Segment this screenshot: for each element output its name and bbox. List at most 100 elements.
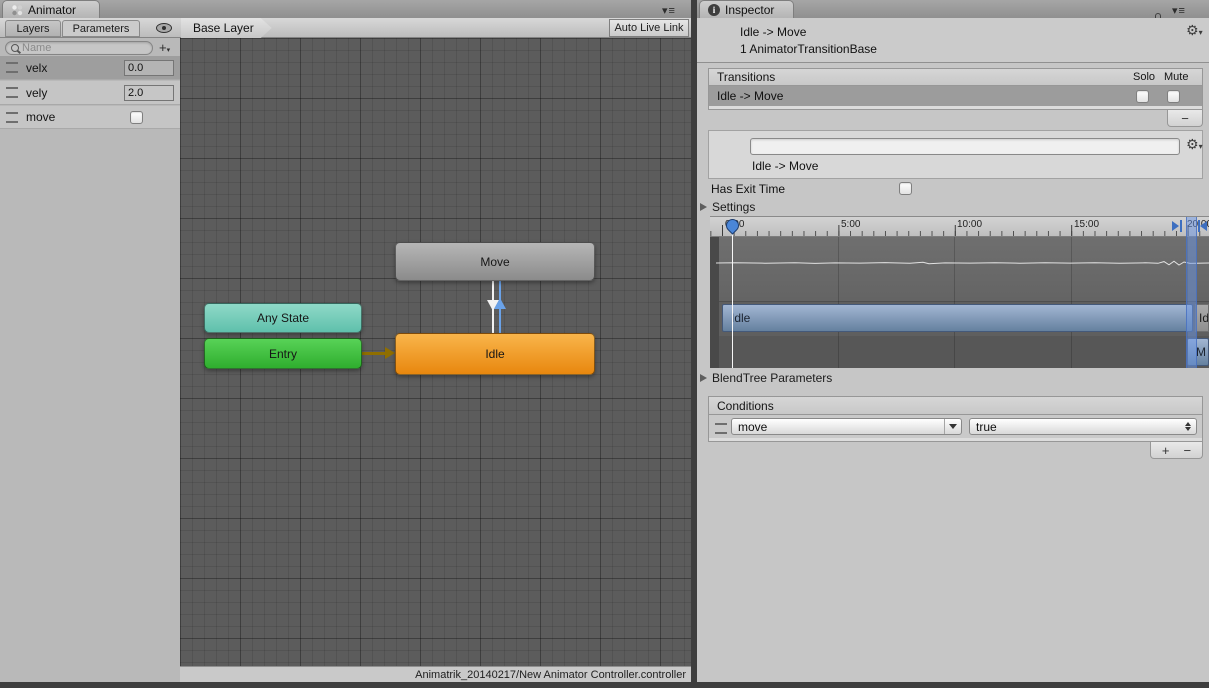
gear-icon[interactable]: ⚙▾ — [1186, 23, 1203, 37]
animator-menu-icon[interactable]: ▾≡ — [662, 4, 676, 17]
tab-parameters-label: Parameters — [73, 23, 130, 35]
gear-icon[interactable]: ⚙▾ — [1186, 137, 1203, 151]
next-clip-idle[interactable]: Id — [1195, 304, 1209, 332]
disclosure-triangle-icon[interactable] — [700, 374, 707, 382]
tab-layers[interactable]: Layers — [5, 20, 61, 37]
breadcrumb-label: Base Layer — [193, 21, 254, 35]
condition-parameter-value: move — [732, 420, 944, 434]
status-bar: Animatrik_20140217/New Animator Controll… — [180, 666, 691, 682]
tab-inspector-label: Inspector — [725, 3, 774, 17]
auto-live-link-label: Auto Live Link — [614, 22, 683, 34]
transition-name-caption: Idle -> Move — [752, 159, 818, 173]
drag-handle-icon[interactable] — [6, 112, 18, 123]
settings-foldout[interactable]: Settings — [712, 200, 755, 214]
tab-animator-label: Animator — [28, 3, 76, 17]
transition-window-band[interactable] — [1186, 217, 1197, 368]
source-clip-idle[interactable]: Idle — [722, 304, 1193, 332]
disclosure-triangle-icon[interactable] — [700, 203, 707, 211]
has-exit-time-label: Has Exit Time — [711, 182, 785, 196]
breadcrumb-base-layer[interactable]: Base Layer — [181, 18, 272, 38]
drag-handle-icon[interactable] — [715, 423, 727, 434]
state-node-label: Move — [480, 255, 509, 269]
add-parameter-button[interactable]: +▾ — [159, 40, 170, 55]
parameter-search-field[interactable]: Name — [5, 41, 153, 55]
transition-end-marker[interactable] — [1200, 221, 1207, 231]
drag-handle-icon[interactable] — [6, 62, 18, 73]
conditions-box-footer — [708, 438, 1203, 442]
mute-column-label: Mute — [1164, 71, 1194, 83]
state-node-move[interactable]: Move — [395, 242, 595, 281]
minus-icon: − — [1181, 111, 1189, 126]
condition-row[interactable]: move true — [708, 415, 1203, 438]
parameter-name: move — [26, 110, 122, 124]
status-bar-path: Animatrik_20140217/New Animator Controll… — [415, 669, 686, 681]
entry-arrow-icon — [385, 347, 395, 359]
clip-label: Id — [1199, 311, 1209, 325]
tick-label: 15:00 — [1074, 219, 1099, 230]
timeline-ruler[interactable]: 0:00 5:00 10:00 15:00 20:00 — [710, 217, 1209, 237]
auto-live-link-button[interactable]: Auto Live Link — [609, 19, 689, 37]
entry-transition-line[interactable] — [362, 352, 386, 355]
transition-list-row[interactable]: Idle -> Move — [708, 86, 1203, 106]
solo-checkbox[interactable] — [1136, 90, 1149, 103]
animator-tabstrip — [0, 0, 691, 19]
parameter-value-field[interactable] — [124, 60, 174, 76]
parameter-checkbox[interactable] — [130, 111, 143, 124]
condition-value: true — [970, 420, 1180, 434]
transition-name-input[interactable] — [750, 138, 1180, 155]
search-placeholder: Name — [22, 42, 51, 54]
updown-arrow-icon — [1180, 422, 1196, 431]
condition-value-dropdown[interactable]: true — [969, 418, 1197, 435]
remove-condition-button[interactable]: − — [1184, 443, 1192, 458]
transitions-box-header: Transitions Solo Mute — [708, 68, 1203, 86]
window-divider[interactable] — [691, 0, 697, 688]
state-node-label: Idle — [485, 347, 504, 361]
conditions-box-header: Conditions — [708, 396, 1203, 415]
state-machine-graph[interactable]: Move Any State Entry Idle — [180, 38, 691, 666]
solo-column-label: Solo — [1133, 71, 1164, 83]
transition-start-bar[interactable] — [1180, 220, 1182, 232]
dropdown-arrow-icon — [944, 419, 961, 434]
parameter-row-move[interactable]: move — [0, 106, 180, 129]
parameters-panel — [0, 38, 180, 688]
plus-icon: + — [159, 40, 167, 55]
state-node-entry[interactable]: Entry — [204, 338, 362, 369]
add-condition-button[interactable]: + — [1162, 443, 1170, 458]
transition-row-label: Idle -> Move — [717, 89, 1136, 103]
animator-icon — [11, 4, 23, 16]
tab-inspector[interactable]: i Inspector — [699, 0, 794, 18]
blendtree-parameters-foldout[interactable]: BlendTree Parameters — [712, 371, 832, 385]
mute-checkbox[interactable] — [1167, 90, 1180, 103]
state-node-any-state[interactable]: Any State — [204, 303, 362, 333]
parameter-row-vely[interactable]: vely — [0, 81, 180, 105]
state-node-label: Any State — [257, 311, 309, 325]
transition-title: Idle -> Move — [740, 25, 806, 39]
transition-subtitle: 1 AnimatorTransitionBase — [740, 42, 877, 56]
clip-label: Idle — [731, 311, 750, 325]
tab-parameters[interactable]: Parameters — [62, 20, 140, 37]
has-exit-time-checkbox[interactable] — [899, 182, 912, 195]
remove-transition-button[interactable]: − — [1167, 110, 1203, 127]
state-node-idle[interactable]: Idle — [395, 333, 595, 375]
info-icon: i — [708, 4, 720, 16]
parameter-name: vely — [26, 86, 116, 100]
eye-icon[interactable] — [156, 23, 172, 33]
tick-label: 5:00 — [841, 219, 860, 230]
parameter-name: velx — [26, 61, 116, 75]
window-bottom-edge — [0, 682, 1209, 688]
unity-editor: Animator ▾≡ Layers Parameters Base Layer… — [0, 0, 1209, 688]
parameter-value-field[interactable] — [124, 85, 174, 101]
transition-timeline[interactable]: 0:00 5:00 10:00 15:00 20:00 Idle Id M — [710, 216, 1209, 368]
tab-animator[interactable]: Animator — [2, 0, 100, 18]
search-icon — [11, 44, 19, 52]
tick-label: 10:00 — [957, 219, 982, 230]
conditions-buttons: + − — [1150, 442, 1203, 459]
playhead-line — [732, 230, 733, 368]
transition-start-marker[interactable] — [1172, 221, 1179, 231]
inspector-menu-icon[interactable]: ▾≡ — [1172, 4, 1186, 17]
parameter-row-velx[interactable]: velx — [0, 56, 180, 80]
tab-layers-label: Layers — [16, 23, 49, 35]
condition-parameter-dropdown[interactable]: move — [731, 418, 962, 435]
drag-handle-icon[interactable] — [6, 87, 18, 98]
state-node-label: Entry — [269, 347, 297, 361]
